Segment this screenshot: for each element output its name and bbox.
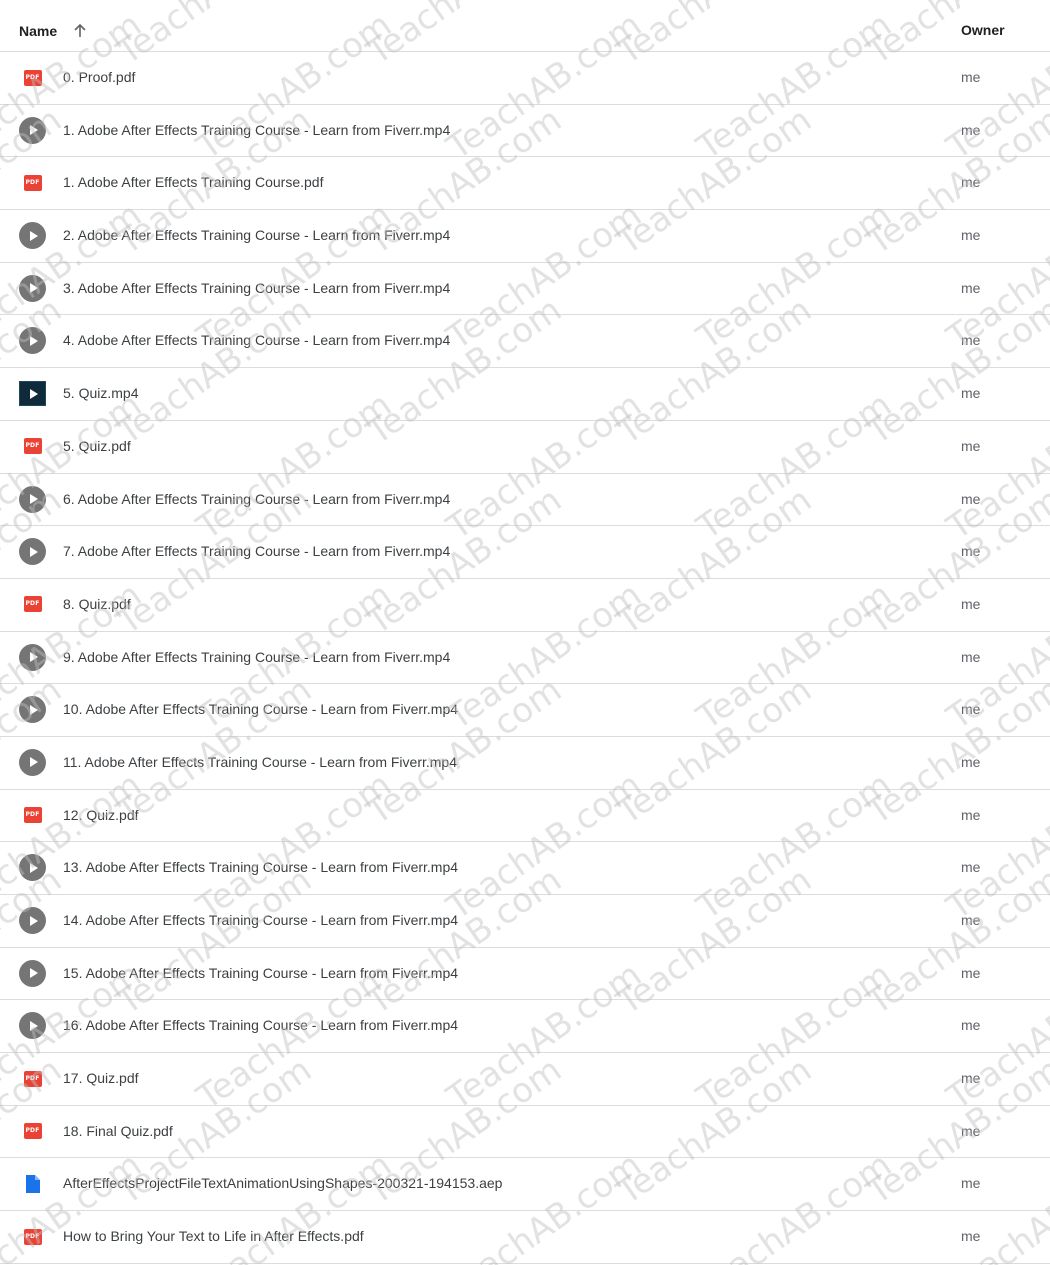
file-row[interactable]: 15. Adobe After Effects Training Course … <box>0 948 1050 1001</box>
file-name[interactable]: 8. Quiz.pdf <box>63 596 131 612</box>
file-name[interactable]: 5. Quiz.mp4 <box>63 385 138 401</box>
file-list-header: Name Owner <box>0 0 1050 52</box>
file-owner: me <box>961 1228 981 1245</box>
file-name[interactable]: 6. Adobe After Effects Training Course -… <box>63 491 450 507</box>
play-circle-icon <box>19 748 46 776</box>
play-circle-icon <box>19 222 46 250</box>
play-circle-icon <box>19 959 46 987</box>
file-name[interactable]: 16. Adobe After Effects Training Course … <box>63 1017 458 1033</box>
file-row[interactable]: AfterEffectsProjectFileTextAnimationUsin… <box>0 1158 1050 1212</box>
file-name[interactable]: 13. Adobe After Effects Training Course … <box>63 859 458 875</box>
file-name[interactable]: 15. Adobe After Effects Training Course … <box>63 965 458 981</box>
file-name[interactable]: 9. Adobe After Effects Training Course -… <box>63 649 450 665</box>
file-name[interactable]: 10. Adobe After Effects Training Course … <box>63 701 458 717</box>
file-row[interactable]: PDF 18. Final Quiz.pdf me <box>0 1106 1050 1159</box>
play-circle-icon <box>19 1012 46 1040</box>
file-owner: me <box>961 648 981 665</box>
file-name[interactable]: 18. Final Quiz.pdf <box>63 1123 173 1139</box>
arrow-up-icon[interactable] <box>71 22 89 40</box>
pdf-file-icon: PDF <box>19 169 46 196</box>
file-owner: me <box>961 227 981 244</box>
file-row[interactable]: 6. Adobe After Effects Training Course -… <box>0 474 1050 527</box>
file-name[interactable]: 12. Quiz.pdf <box>63 807 139 823</box>
file-row[interactable]: PDF How to Bring Your Text to Life in Aft… <box>0 1211 1050 1264</box>
file-row[interactable]: 4. Adobe After Effects Training Course -… <box>0 315 1050 369</box>
file-owner: me <box>961 385 981 402</box>
file-row[interactable]: PDF 17. Quiz.pdf me <box>0 1053 1050 1106</box>
file-name[interactable]: 3. Adobe After Effects Training Course -… <box>63 280 450 296</box>
file-owner: me <box>961 595 981 612</box>
file-name[interactable]: 4. Adobe After Effects Training Course -… <box>63 332 450 348</box>
file-row[interactable]: 11. Adobe After Effects Training Course … <box>0 737 1050 790</box>
file-row[interactable]: 13. Adobe After Effects Training Course … <box>0 842 1050 895</box>
file-row[interactable]: PDF 8. Quiz.pdf me <box>0 579 1050 632</box>
generic-file-icon <box>19 1170 46 1197</box>
file-name[interactable]: 17. Quiz.pdf <box>63 1070 139 1086</box>
file-owner: me <box>961 490 981 507</box>
file-owner: me <box>961 279 981 296</box>
file-owner: me <box>961 437 981 454</box>
owner-column-header[interactable]: Owner <box>961 22 1005 38</box>
file-owner: me <box>961 1017 981 1034</box>
file-name[interactable]: 0. Proof.pdf <box>63 69 135 85</box>
play-circle-icon <box>19 327 46 355</box>
pdf-file-icon: PDF <box>19 591 46 618</box>
file-name[interactable]: AfterEffectsProjectFileTextAnimationUsin… <box>63 1175 502 1191</box>
file-row[interactable]: 10. Adobe After Effects Training Course … <box>0 684 1050 737</box>
file-row[interactable]: 3. Adobe After Effects Training Course -… <box>0 263 1050 316</box>
play-circle-icon <box>19 116 46 144</box>
pdf-file-icon: PDF <box>19 433 46 460</box>
file-row[interactable]: PDF 0. Proof.pdf me <box>0 52 1050 105</box>
play-circle-icon <box>19 538 46 566</box>
play-circle-icon <box>19 907 46 934</box>
video-thumbnail-icon <box>19 380 46 407</box>
pdf-file-icon: PDF <box>19 802 46 829</box>
pdf-file-icon: PDF <box>19 1065 46 1092</box>
file-name[interactable]: 7. Adobe After Effects Training Course -… <box>63 543 450 559</box>
file-owner: me <box>961 69 981 85</box>
file-row[interactable]: 16. Adobe After Effects Training Course … <box>0 1000 1050 1054</box>
file-name[interactable]: 2. Adobe After Effects Training Course -… <box>63 227 450 243</box>
file-row[interactable]: PDF 12. Quiz.pdf me <box>0 790 1050 843</box>
file-owner: me <box>961 912 981 928</box>
play-circle-icon <box>19 485 46 513</box>
file-name[interactable]: 1. Adobe After Effects Training Course -… <box>63 122 450 138</box>
file-name[interactable]: 1. Adobe After Effects Training Course.p… <box>63 174 323 190</box>
play-circle-icon <box>19 854 46 882</box>
file-owner: me <box>961 1070 981 1087</box>
file-owner: me <box>961 174 981 191</box>
file-row[interactable]: 2. Adobe After Effects Training Course -… <box>0 210 1050 263</box>
name-column-header[interactable]: Name <box>19 22 89 40</box>
file-name[interactable]: 5. Quiz.pdf <box>63 438 131 454</box>
file-owner: me <box>961 332 981 349</box>
file-owner: me <box>961 543 981 560</box>
pdf-file-icon: PDF <box>19 1118 46 1145</box>
file-row[interactable]: 5. Quiz.mp4 me <box>0 368 1050 421</box>
file-owner: me <box>961 753 981 770</box>
file-owner: me <box>961 701 981 718</box>
file-owner: me <box>961 1122 981 1139</box>
file-name[interactable]: 14. Adobe After Effects Training Course … <box>63 912 458 928</box>
file-name[interactable]: 11. Adobe After Effects Training Course … <box>63 754 457 770</box>
file-row[interactable]: 9. Adobe After Effects Training Course -… <box>0 632 1050 685</box>
file-owner: me <box>961 1175 981 1192</box>
file-row[interactable]: PDF 5. Quiz.pdf me <box>0 421 1050 474</box>
file-row[interactable]: 7. Adobe After Effects Training Course -… <box>0 526 1050 579</box>
pdf-file-icon: PDF <box>19 1223 46 1250</box>
play-circle-icon <box>19 696 46 724</box>
file-row[interactable]: 1. Adobe After Effects Training Course -… <box>0 105 1050 158</box>
file-row[interactable]: PDF 1. Adobe After Effects Training Cours… <box>0 157 1050 211</box>
pdf-file-icon: PDF <box>19 64 46 91</box>
file-owner: me <box>961 121 981 138</box>
file-list: PDF 0. Proof.pdf me 1. Adobe After Effects … <box>0 52 1050 1264</box>
name-column-label: Name <box>19 23 58 39</box>
file-owner: me <box>961 964 981 981</box>
play-circle-icon <box>19 643 46 671</box>
file-name[interactable]: How to Bring Your Text to Life in After … <box>63 1228 364 1244</box>
file-owner: me <box>961 806 981 823</box>
file-row[interactable]: 14. Adobe After Effects Training Course … <box>0 895 1050 948</box>
file-owner: me <box>961 859 981 876</box>
play-circle-icon <box>19 274 46 302</box>
